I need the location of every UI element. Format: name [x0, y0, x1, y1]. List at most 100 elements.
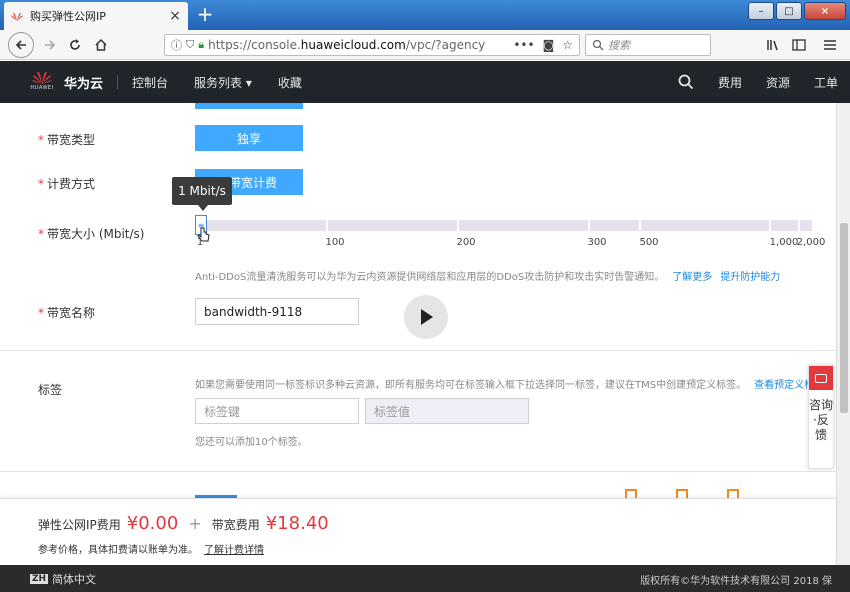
window-controls: – □ ×	[746, 2, 846, 20]
tags-limit-note: 您还可以添加10个标签。	[195, 437, 308, 448]
upgrade-protection-link[interactable]: 提升防护能力	[720, 272, 780, 283]
required-mark: *	[38, 306, 44, 320]
bandwidth-slider[interactable]	[195, 220, 812, 231]
lock-icon[interactable]: 🔒︎	[198, 38, 204, 52]
language-switch[interactable]: 简体中文	[52, 571, 96, 587]
tag-key-input[interactable]: 标签键	[195, 398, 359, 424]
url-text[interactable]: https://console.huaweicloud.com/vpc/?age…	[208, 38, 505, 52]
nav-fees[interactable]: 费用	[718, 74, 742, 91]
nav-resources[interactable]: 资源	[766, 74, 790, 91]
fee-summary-bar: 弹性公网IP费用 ¥0.00 + 带宽费用 ¥18.40 参考价格，具体扣费请以…	[0, 498, 836, 565]
play-button[interactable]	[404, 295, 448, 339]
option-icon[interactable]	[727, 489, 739, 498]
site-footer: ZH 简体中文 版权所有©华为软件技术有限公司 2018 保	[0, 565, 850, 592]
header-divider	[117, 75, 119, 89]
bandwidth-fee-label: 带宽费用	[211, 518, 260, 532]
plus-sign: +	[188, 514, 202, 533]
bandwidth-tooltip: 1 Mbit/s	[172, 177, 232, 211]
info-icon[interactable]: ⓘ	[171, 37, 182, 53]
slider-tick-label: 2,000	[796, 237, 826, 248]
slider-tick-label: 100	[325, 237, 345, 248]
minimize-button[interactable]: –	[748, 2, 774, 20]
slider-tick	[457, 220, 459, 231]
home-button[interactable]	[89, 33, 113, 57]
back-button[interactable]	[8, 32, 34, 58]
site-header: HUAWEI 华为云 控制台 服务列表 ▾ 收藏 费用 资源 工单	[0, 61, 850, 103]
slider-tick-label: 500	[639, 237, 659, 248]
search-placeholder: 搜索	[608, 39, 630, 52]
nav-console[interactable]: 控制台	[132, 74, 168, 91]
sidebar-icon	[792, 39, 806, 51]
slider-tick	[769, 220, 771, 231]
search-input[interactable]: 搜索	[585, 34, 711, 56]
new-tab-button[interactable]: +	[194, 4, 216, 26]
slider-tick	[798, 220, 800, 231]
pocket-icon[interactable]: ◙	[543, 38, 555, 52]
scrollbar-thumb[interactable]	[840, 223, 848, 413]
hamburger-menu-icon	[824, 40, 836, 50]
tracking-shield-icon[interactable]: ⛉	[186, 38, 194, 52]
reload-icon	[70, 39, 80, 50]
slider-tick-label: 200	[456, 237, 476, 248]
billing-details-link[interactable]: 了解计费详情	[204, 545, 264, 556]
sidebar-button[interactable]	[787, 33, 811, 57]
maximize-button[interactable]: □	[776, 2, 802, 20]
option-icon[interactable]	[676, 489, 688, 498]
nav-services[interactable]: 服务列表 ▾	[194, 74, 252, 91]
home-icon	[95, 38, 107, 51]
learn-more-link[interactable]: 了解更多	[672, 272, 712, 283]
billing-mode-label: * 计费方式	[38, 177, 96, 191]
consult-feedback-panel[interactable]: 咨询·反馈	[808, 365, 834, 469]
tags-hint: 如果您需要使用同一标签标识多种云资源，即所有服务均可在标签输入框下拉选择同一标签…	[195, 376, 824, 391]
browser-tab[interactable]: 购买弹性公网IP ×	[4, 2, 188, 30]
language-badge[interactable]: ZH	[30, 573, 49, 584]
section-divider	[0, 350, 836, 351]
consult-feedback-label: 咨询·反馈	[809, 398, 834, 442]
logo-wordmark: HUAWEI	[30, 85, 54, 91]
partial-option-button[interactable]	[195, 103, 303, 109]
close-window-button[interactable]: ×	[804, 2, 846, 20]
slider-tick-label: 300	[587, 237, 607, 248]
copyright-text: 版权所有©华为软件技术有限公司 2018 保	[640, 576, 832, 587]
library-button[interactable]	[762, 33, 786, 57]
menu-button[interactable]	[818, 33, 842, 57]
browser-titlebar: 购买弹性公网IP × + – □ ×	[0, 0, 850, 30]
tab-close-icon[interactable]: ×	[168, 8, 182, 24]
huawei-petals-icon	[32, 71, 52, 84]
bandwidth-fee-amount: ¥18.40	[265, 513, 329, 534]
tags-hint-text: 如果您需要使用同一标签标识多种云资源，即所有服务均可在标签输入框下拉选择同一标签…	[195, 380, 747, 391]
ddos-hint: Anti-DDoS流量清洗服务可以为华为云内资源提供网络层和应用层的DDoS攻击…	[195, 268, 780, 283]
bandwidth-type-dedicated-button[interactable]: 独享	[195, 125, 303, 151]
tab-title: 购买弹性公网IP	[30, 10, 106, 23]
slider-tick	[588, 220, 590, 231]
bookmark-star-icon[interactable]: ☆	[562, 38, 573, 52]
option-icon[interactable]	[625, 489, 637, 498]
ddos-hint-text: Anti-DDoS流量清洗服务可以为华为云内资源提供网络层和应用层的DDoS攻击…	[195, 272, 665, 283]
reload-button[interactable]	[63, 33, 87, 57]
required-mark: *	[38, 133, 44, 147]
form-content: * 带宽类型 独享 * 计费方式 按带宽计费 1 Mbit/s * 带宽大小 (Mbi…	[0, 103, 836, 498]
play-icon	[421, 309, 433, 325]
search-icon[interactable]	[678, 74, 694, 90]
slider-tick-label: 1	[196, 237, 204, 248]
tag-value-input[interactable]: 标签值	[365, 398, 529, 424]
fee-note-text: 参考价格，具体扣费请以账单为准。	[38, 545, 198, 556]
bandwidth-name-input[interactable]: bandwidth-9118	[195, 298, 359, 325]
eip-fee-amount: ¥0.00	[126, 513, 179, 534]
header-right: 费用 资源 工单	[678, 61, 850, 103]
page-actions-icon[interactable]: •••	[513, 38, 534, 52]
section-divider	[0, 471, 836, 472]
brand-name[interactable]: 华为云	[64, 73, 103, 92]
nav-tickets[interactable]: 工单	[814, 74, 838, 91]
arrow-right-icon	[45, 40, 56, 50]
address-bar[interactable]: ⓘ ⛉ 🔒︎ https://console.huaweicloud.com/v…	[164, 34, 580, 56]
bandwidth-type-label: * 带宽类型	[38, 133, 96, 147]
library-icon	[767, 40, 778, 51]
forward-button[interactable]	[38, 33, 62, 57]
required-mark: *	[38, 227, 44, 241]
fee-note: 参考价格，具体扣费请以账单为准。 了解计费详情	[38, 541, 264, 556]
page-scrollbar[interactable]	[836, 103, 850, 565]
browser-navbar: ⓘ ⛉ 🔒︎ https://console.huaweicloud.com/v…	[0, 30, 850, 60]
nav-favorites[interactable]: 收藏	[278, 74, 302, 91]
huawei-logo[interactable]: HUAWEI	[30, 69, 54, 95]
